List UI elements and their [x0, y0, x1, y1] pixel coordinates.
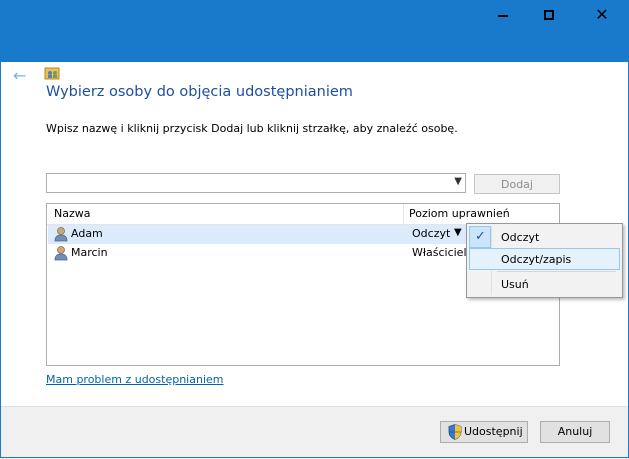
page-title: Wybierz osoby do objęcia udostępnianiem: [46, 84, 353, 100]
menu-item-read[interactable]: ✓ Odczyt: [469, 226, 620, 248]
maximize-icon: [544, 10, 554, 20]
cancel-button[interactable]: Anuluj: [540, 421, 610, 443]
footer-bar: Udostępnij Anuluj: [0, 406, 629, 459]
menu-separator: [497, 271, 616, 272]
file-sharing-window: ✕ ← Udostępnianie plików Wybierz osoby d…: [0, 0, 629, 459]
uac-shield-icon: [448, 424, 462, 440]
menu-item-read-write[interactable]: Odczyt/zapis: [469, 248, 620, 270]
menu-item-label: Odczyt/zapis: [501, 253, 572, 266]
user-name: Adam: [71, 227, 103, 240]
add-button[interactable]: Dodaj: [474, 174, 560, 194]
column-separator[interactable]: [403, 204, 404, 224]
help-link[interactable]: Mam problem z udostępnianiem: [46, 373, 223, 386]
back-arrow-icon[interactable]: ←: [13, 66, 26, 85]
name-combobox[interactable]: ▼: [46, 173, 466, 193]
share-button-label: Udostępnij: [464, 425, 523, 438]
menu-item-remove[interactable]: Usuń: [469, 273, 620, 295]
minimize-button[interactable]: [481, 0, 527, 30]
column-header-permission[interactable]: Poziom uprawnień: [409, 207, 510, 220]
user-icon: [54, 246, 68, 261]
chevron-down-icon[interactable]: ▼: [454, 176, 462, 187]
menu-item-label: Odczyt: [501, 231, 540, 244]
column-header-name[interactable]: Nazwa: [54, 207, 90, 220]
maximize-button[interactable]: [527, 0, 573, 30]
permission-level: Właściciel: [412, 246, 467, 259]
title-bar[interactable]: ✕: [0, 0, 629, 30]
close-icon: ✕: [595, 5, 609, 24]
menu-item-label: Usuń: [501, 278, 529, 291]
minimize-icon: [498, 15, 508, 17]
user-icon: [54, 227, 68, 242]
window-header: ← Udostępnianie plików: [0, 30, 629, 85]
permission-level[interactable]: Odczyt: [412, 227, 450, 240]
list-header: Nazwa Poziom uprawnień: [47, 204, 559, 225]
permission-context-menu: ✓ Odczyt Odczyt/zapis Usuń: [466, 223, 623, 298]
check-box: ✓: [469, 226, 491, 248]
share-folder-icon: [44, 67, 60, 80]
caret-down-icon[interactable]: ▼: [454, 227, 462, 238]
instruction-text: Wpisz nazwę i kliknij przycisk Dodaj lub…: [46, 122, 458, 135]
share-button[interactable]: Udostępnij: [440, 421, 528, 443]
window-title: Udostępnianie plików: [67, 67, 196, 81]
user-name: Marcin: [71, 246, 108, 259]
close-button[interactable]: ✕: [575, 0, 629, 30]
check-icon: ✓: [475, 229, 486, 244]
